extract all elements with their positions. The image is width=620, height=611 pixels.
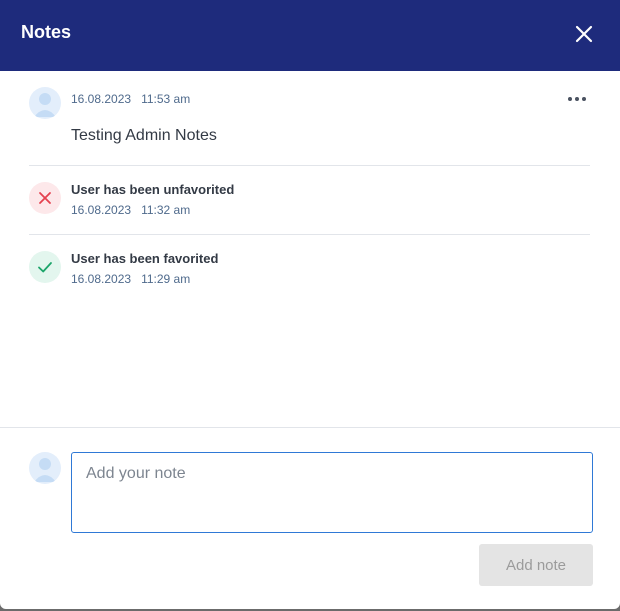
activity-time: 11:32 am	[141, 203, 191, 217]
note-time: 11:53 am	[141, 92, 191, 106]
close-button[interactable]	[572, 22, 596, 46]
composer-divider	[0, 427, 620, 428]
note-date: 16.08.2023	[71, 92, 132, 106]
user-avatar-icon	[29, 87, 61, 119]
activity-date: 16.08.2023	[71, 272, 132, 286]
activity-timestamp: 16.08.2023 11:32 am	[71, 203, 190, 217]
divider	[29, 234, 590, 235]
close-icon	[575, 25, 593, 43]
note-input[interactable]	[71, 452, 593, 533]
note-more-button[interactable]	[566, 92, 588, 106]
note-text: Testing Admin Notes	[71, 127, 217, 144]
activity-title: User has been unfavorited	[71, 182, 235, 197]
modal-header: Notes	[0, 0, 620, 71]
activity-time: 11:29 am	[141, 272, 191, 286]
add-note-button[interactable]: Add note	[479, 544, 593, 586]
favorite-status-badge	[29, 251, 61, 283]
unfavorite-status-badge	[29, 182, 61, 214]
activity-date: 16.08.2023	[71, 203, 132, 217]
user-avatar-icon	[29, 452, 61, 484]
notes-modal: Notes 16.08.2023 11:53 am Testing Admin …	[0, 0, 620, 609]
check-icon	[38, 262, 52, 273]
close-icon	[39, 192, 51, 204]
modal-title: Notes	[21, 22, 72, 42]
activity-title: User has been favorited	[71, 251, 219, 266]
note-timestamp: 16.08.2023 11:53 am	[71, 92, 190, 106]
activity-timestamp: 16.08.2023 11:29 am	[71, 272, 190, 286]
divider	[29, 165, 590, 166]
